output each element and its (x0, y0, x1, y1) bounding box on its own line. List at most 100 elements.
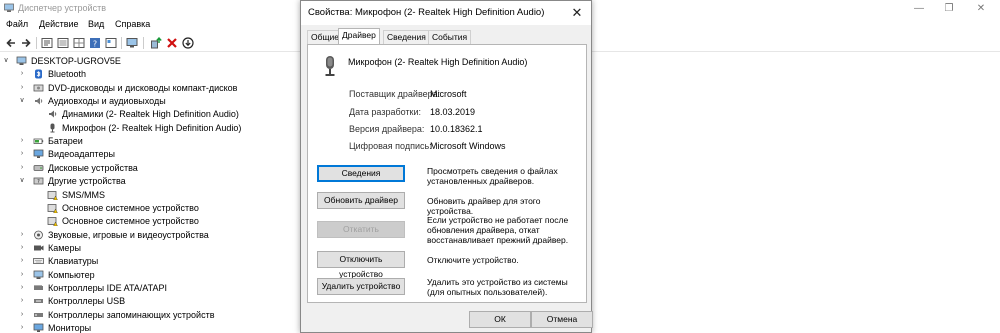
dialog-title: Свойства: Микрофон (2- Realtek High Defi… (308, 7, 545, 18)
tree-item[interactable]: Основное системное устройство (0, 215, 300, 228)
properties-icon[interactable] (41, 37, 53, 49)
computer-icon (16, 56, 27, 65)
tree-item[interactable]: › Батареи (0, 135, 300, 148)
expand-chevron-icon[interactable]: › (18, 296, 26, 306)
tree-item[interactable]: ∨? Другие устройства (0, 175, 300, 188)
unknown-icon (47, 217, 58, 227)
menu-action[interactable]: Действие (39, 19, 79, 29)
dialog-close-button[interactable]: ✕ (565, 3, 589, 23)
tree-item[interactable]: › Bluetooth (0, 68, 300, 81)
tree-item-label: Камеры (48, 242, 81, 253)
grid-icon[interactable] (73, 37, 85, 49)
tree-item[interactable]: › Контроллеры запоминающих устройств (0, 309, 300, 322)
cancel-button[interactable]: Отмена (531, 311, 593, 328)
tree-item[interactable]: › Клавиатуры (0, 255, 300, 268)
ok-button[interactable]: ОК (469, 311, 531, 328)
tab-details[interactable]: Сведения (383, 30, 430, 44)
update-driver-icon[interactable] (150, 37, 162, 49)
tree-item-label: Мониторы (48, 323, 92, 333)
digital-signer-value: Microsoft Windows (430, 141, 506, 151)
window-title: Диспетчер устройств (18, 3, 106, 13)
driver-details-button[interactable]: Сведения (317, 165, 405, 182)
back-icon[interactable] (5, 37, 17, 49)
tree-item-label: Аудиовходы и аудиовыходы (48, 96, 166, 107)
keyboard-icon (33, 258, 44, 265)
tree-item[interactable]: › DVD-дисководы и дисководы компакт-диско… (0, 82, 300, 95)
monitor-icon[interactable] (126, 37, 138, 49)
expand-chevron-icon[interactable]: › (18, 163, 26, 173)
tree-item-label: Дисковые устройства (48, 162, 138, 173)
tree-item[interactable]: › Мониторы (0, 322, 300, 333)
unknown-icon (47, 203, 58, 213)
close-button[interactable]: ✕ (962, 0, 1000, 17)
menu-file[interactable]: Файл (6, 19, 28, 29)
expand-chevron-icon[interactable]: › (18, 310, 26, 320)
tree-item[interactable]: › Звуковые, игровые и видеоустройства (0, 229, 300, 242)
collapse-chevron-icon[interactable]: ∨ (2, 56, 10, 66)
expand-chevron-icon[interactable]: › (18, 323, 26, 333)
expand-chevron-icon[interactable]: › (18, 136, 26, 146)
driver-version-value: 10.0.18362.1 (430, 124, 483, 134)
expand-chevron-icon[interactable]: › (18, 69, 26, 79)
view-icon[interactable] (105, 37, 117, 49)
tree-item[interactable]: Основное системное устройство (0, 202, 300, 215)
device-name: Микрофон (2- Realtek High Definition Aud… (348, 57, 528, 67)
audio-icon (35, 97, 43, 105)
storage-icon (34, 312, 43, 317)
roll-back-driver-button[interactable]: Откатить (317, 221, 405, 238)
tree-item-label: Клавиатуры (48, 256, 99, 267)
camera-icon (34, 245, 44, 251)
menu-view[interactable]: Вид (88, 19, 104, 29)
list-icon[interactable] (57, 37, 69, 49)
tree-item[interactable]: SMS/MMS (0, 189, 300, 202)
collapse-chevron-icon[interactable]: ∨ (18, 96, 26, 106)
tree-item-label: Контроллеры запоминающих устройств (48, 309, 215, 320)
tab-events[interactable]: События (428, 30, 472, 44)
toolbar-separator (121, 37, 122, 49)
forward-icon[interactable] (20, 37, 32, 49)
uninstall-icon[interactable] (166, 37, 178, 49)
toolbar-separator (36, 37, 37, 49)
expand-chevron-icon[interactable]: › (18, 83, 26, 93)
help-icon[interactable]: ? (89, 37, 101, 49)
dvd-icon (33, 84, 44, 92)
bluetooth-icon (35, 69, 42, 79)
expand-chevron-icon[interactable]: › (18, 270, 26, 280)
tree-item-label: Микрофон (2- Realtek High Definition Aud… (62, 122, 242, 133)
expand-chevron-icon[interactable]: › (18, 256, 26, 266)
display-icon (33, 150, 44, 159)
tree-item[interactable]: Динамики (2- Realtek High Definition Aud… (0, 108, 300, 121)
tree-item[interactable]: › Дисковые устройства (0, 162, 300, 175)
expand-chevron-icon[interactable]: › (18, 283, 26, 293)
tree-item[interactable]: › Камеры (0, 242, 300, 255)
uninstall-device-button[interactable]: Удалить устройство (317, 278, 405, 295)
driver-details-description: Просмотреть сведения о файлах установлен… (427, 166, 558, 186)
tree-item[interactable]: › Контроллеры IDE ATA/ATAPI (0, 282, 300, 295)
tree-item[interactable]: Микрофон (2- Realtek High Definition Aud… (0, 122, 300, 135)
tree-item[interactable]: ∨ Аудиовходы и аудиовыходы (0, 95, 300, 108)
tree-item[interactable]: › Видеоадаптеры (0, 148, 300, 161)
menu-help[interactable]: Справка (115, 19, 150, 29)
tree-item-label: Основное системное устройство (62, 202, 199, 213)
dialog-title-bar: Свойства: Микрофон (2- Realtek High Defi… (301, 1, 591, 25)
expand-chevron-icon[interactable]: › (18, 230, 26, 240)
device-manager-icon (4, 3, 14, 12)
tree-item[interactable]: › Компьютер (0, 269, 300, 282)
driver-provider-label: Поставщик драйвера: (349, 89, 441, 99)
roll-back-driver-description: Если устройство не работает после обновл… (427, 215, 569, 245)
tree-item-label: Контроллеры USB (48, 296, 126, 307)
tree-item[interactable]: › Контроллеры USB (0, 295, 300, 308)
tree-item-label: Батареи (48, 136, 83, 147)
disable-device-button[interactable]: Отключить устройство (317, 251, 405, 279)
tree-item-label: DESKTOP-UGROV5E (31, 56, 121, 66)
digital-signer-label: Цифровая подпись: (349, 141, 432, 151)
tab-driver[interactable]: Драйвер (338, 28, 380, 44)
tree-item-label: Другие устройства (48, 176, 126, 187)
tree-item[interactable]: ∨ DESKTOP-UGROV5E (0, 55, 300, 68)
expand-chevron-icon[interactable]: › (18, 149, 26, 159)
expand-chevron-icon[interactable]: › (18, 243, 26, 253)
update-driver-button[interactable]: Обновить драйвер (317, 192, 405, 209)
scan-icon[interactable] (182, 37, 194, 49)
driver-date-label: Дата разработки: (349, 107, 422, 117)
collapse-chevron-icon[interactable]: ∨ (18, 176, 26, 186)
